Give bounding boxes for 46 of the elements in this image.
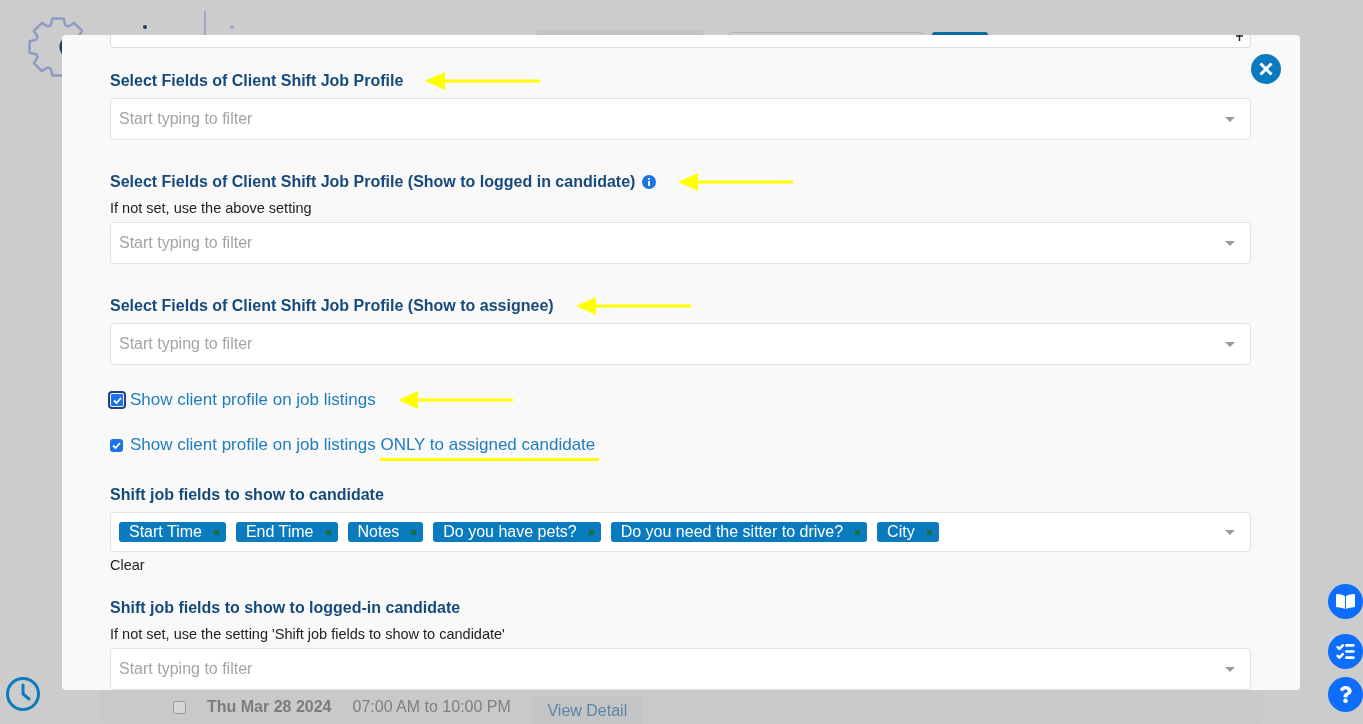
info-icon[interactable] (642, 175, 657, 189)
close-icon (1259, 62, 1273, 76)
help-icon[interactable] (1328, 677, 1363, 712)
remove-icon[interactable] (410, 528, 418, 536)
section-title: Select Fields of Client Shift Job Profile (Show to assignee) (110, 296, 554, 316)
section-title: Select Fields of Client Shift Job Profile (Show to logged in candidate) (110, 172, 636, 192)
remove-icon[interactable] (324, 528, 332, 536)
shift-time: 07:00 AM to 10:00 PM (352, 698, 511, 716)
checkbox[interactable] (173, 700, 186, 714)
tag-text: Start Time (129, 523, 202, 541)
section-title: Shift job fields to show to candidate (110, 485, 384, 505)
checklist-icon[interactable] (1328, 634, 1363, 669)
checkbox-label: Show client profile on job listings ONLY to assigned candidate (130, 435, 600, 462)
checkbox[interactable] (110, 439, 123, 452)
remove-icon[interactable] (587, 528, 595, 536)
close-button[interactable] (1251, 54, 1281, 84)
book-icon[interactable] (1328, 584, 1363, 619)
dropdown-caret-icon[interactable] (1225, 529, 1235, 535)
dropdown-caret-icon[interactable] (1225, 666, 1235, 672)
tag-text: Notes (357, 523, 400, 541)
tag-text: End Time (245, 523, 314, 541)
shift-date: Thu Mar 28 2024 (207, 698, 332, 716)
dropdown-caret-icon[interactable] (1225, 116, 1235, 122)
handle-icon (1236, 35, 1243, 41)
check-icon (112, 442, 121, 449)
section-title: Select Fields of Client Shift Job Profile (110, 71, 404, 91)
select-field[interactable] (110, 35, 1251, 48)
tag-text: Do you have pets? (443, 523, 577, 541)
clear-button[interactable]: Clear (110, 557, 145, 573)
clock-icon[interactable] (6, 677, 40, 711)
remove-icon[interactable] (854, 528, 862, 536)
remove-icon[interactable] (925, 528, 933, 536)
dropdown-caret-icon[interactable] (1225, 341, 1235, 347)
check-icon (112, 396, 122, 404)
header-button[interactable] (932, 32, 988, 35)
hint-text: If not set, use the above setting (110, 200, 312, 216)
view-detail-button[interactable]: View Detail (531, 697, 643, 724)
section-title: Shift job fields to show to logged-in candidate (110, 598, 461, 618)
dropdown-caret-icon[interactable] (1225, 240, 1235, 246)
checkbox-label: Show client profile on job listings (130, 390, 376, 410)
checkbox[interactable] (108, 391, 126, 409)
hint-text: If not set, use the setting 'Shift job fields to show to candidate' (110, 626, 505, 642)
tag-select-field[interactable]: Start Time End Time Notes Do you have pets? Do you need the sitter to drive? City (110, 512, 1251, 552)
remove-icon[interactable] (212, 528, 220, 536)
tag-text: Do you need the sitter to drive? (620, 523, 844, 541)
tag-text: City (887, 523, 915, 541)
